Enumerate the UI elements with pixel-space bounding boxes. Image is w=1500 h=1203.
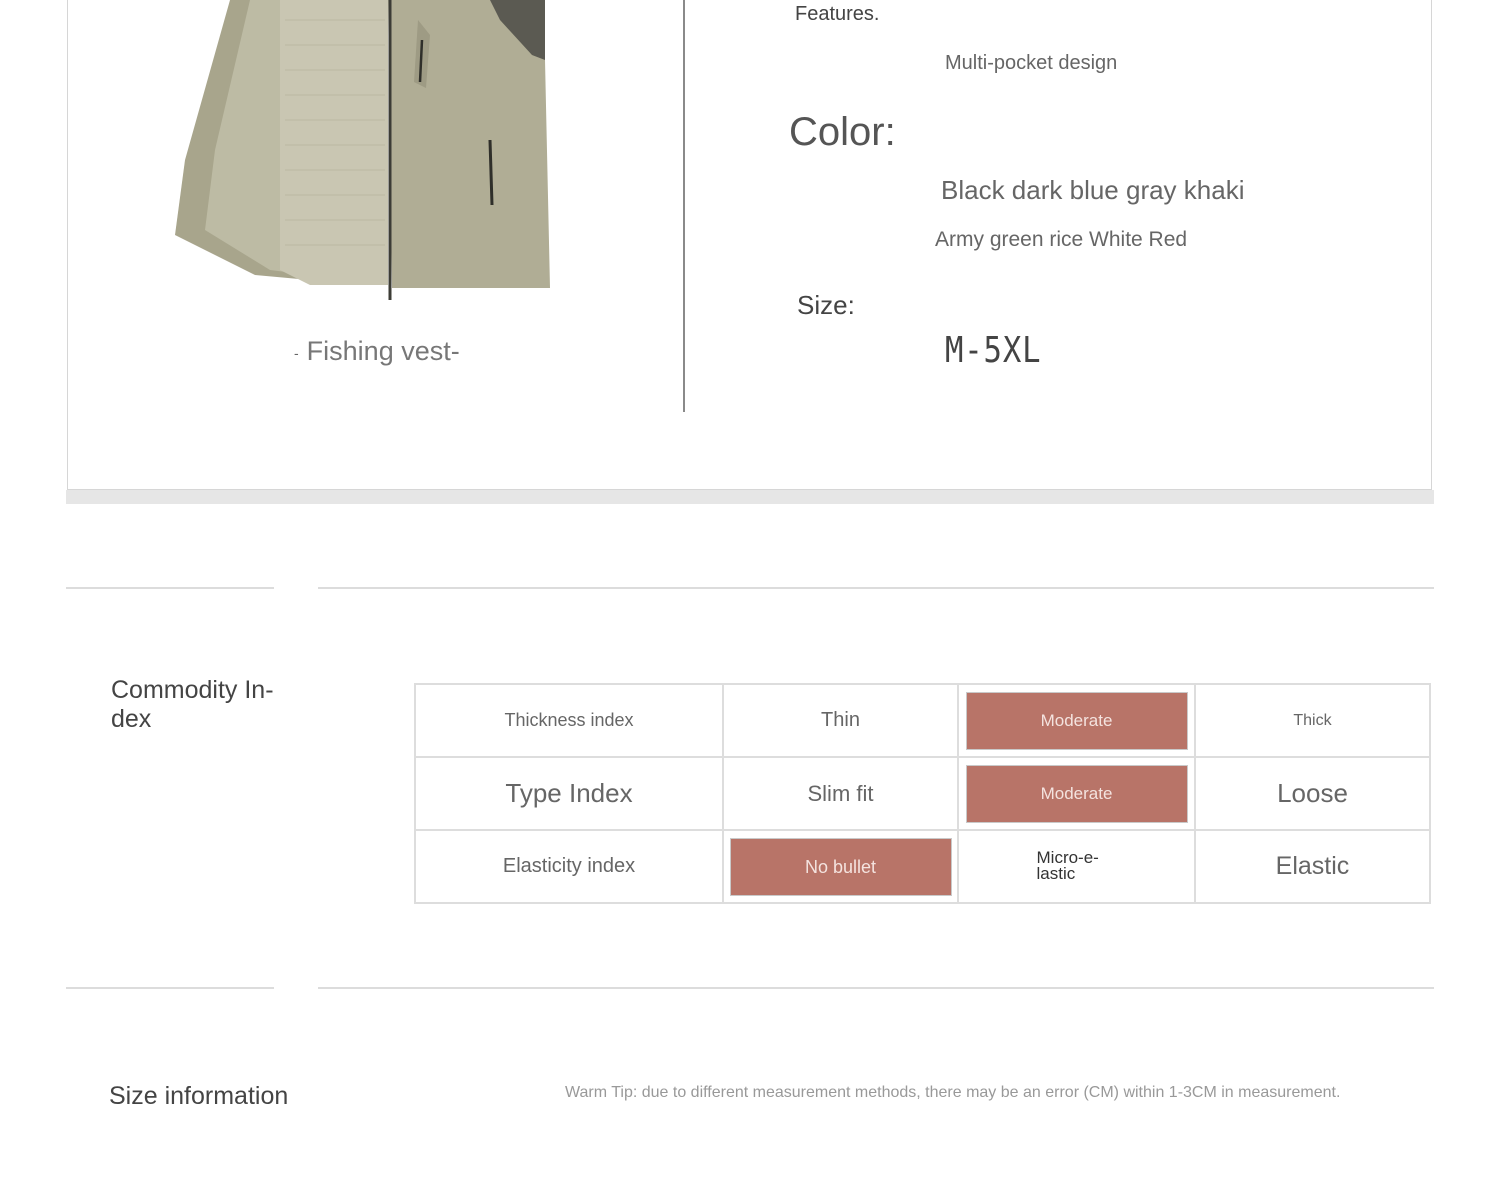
section-rule-right	[318, 987, 1434, 989]
section-rule-left	[66, 987, 274, 989]
size-label: Size:	[797, 290, 855, 320]
option-label: Thin	[821, 709, 860, 731]
row-label: Thickness index	[504, 710, 634, 730]
table-row: Type Index Slim fit Moderate Loose	[414, 756, 1431, 831]
option-cell: Micro-e-lastic	[957, 829, 1196, 904]
color-label: Color:	[789, 110, 896, 154]
option-cell-selected: Moderate	[957, 683, 1196, 758]
option-cell: Elastic	[1194, 829, 1431, 904]
option-label: Micro-e-lastic	[1036, 847, 1099, 883]
row-label-cell: Thickness index	[414, 683, 724, 758]
product-detail-page: - Fishing vest- Features. Multi-pocket de…	[0, 0, 1500, 1203]
commodity-index-table: Thickness index Thin Moderate Thick Type…	[414, 683, 1431, 904]
color-value-primary: Black dark blue gray khaki	[941, 175, 1245, 205]
table-row: Elasticity index No bullet Micro-e-lasti…	[414, 829, 1431, 904]
option-label: Loose	[1277, 778, 1348, 808]
card-shadow	[66, 490, 1434, 504]
selected-option-badge: Moderate	[965, 691, 1188, 750]
caption-text: Fishing vest-	[306, 336, 460, 366]
row-label: Elasticity index	[502, 855, 636, 877]
section-rule-left	[66, 587, 274, 589]
option-cell-selected: No bullet	[722, 829, 959, 904]
row-label-cell: Elasticity index	[414, 829, 724, 904]
option-cell: Thin	[722, 683, 959, 758]
option-cell-selected: Moderate	[957, 756, 1196, 831]
option-label: Slim fit	[807, 780, 874, 806]
selected-option-badge: No bullet	[729, 837, 952, 896]
fishing-vest-image	[175, 0, 550, 300]
row-label-cell: Type Index	[414, 756, 724, 831]
section-rule-right	[318, 587, 1434, 589]
size-information-title: Size information	[109, 1082, 289, 1110]
features-label: Features.	[795, 3, 880, 25]
table-row: Thickness index Thin Moderate Thick	[414, 683, 1431, 758]
row-label: Type Index	[505, 778, 633, 808]
commodity-index-title: Commodity In-dex	[111, 676, 274, 733]
caption-dash: -	[294, 344, 299, 361]
selected-option-badge: Moderate	[965, 764, 1188, 823]
color-value-secondary: Army green rice White Red	[935, 228, 1188, 251]
product-caption: - Fishing vest-	[294, 336, 460, 367]
features-value: Multi-pocket design	[945, 52, 1118, 74]
vertical-divider	[683, 0, 685, 412]
warm-tip-text: Warm Tip: due to different measurement m…	[565, 1084, 1341, 1101]
option-cell: Slim fit	[722, 756, 959, 831]
option-cell: Thick	[1194, 683, 1431, 758]
option-label: Elastic	[1275, 852, 1350, 880]
size-value: M-5XL	[945, 330, 1042, 371]
option-cell: Loose	[1194, 756, 1431, 831]
option-label: Thick	[1293, 711, 1332, 729]
